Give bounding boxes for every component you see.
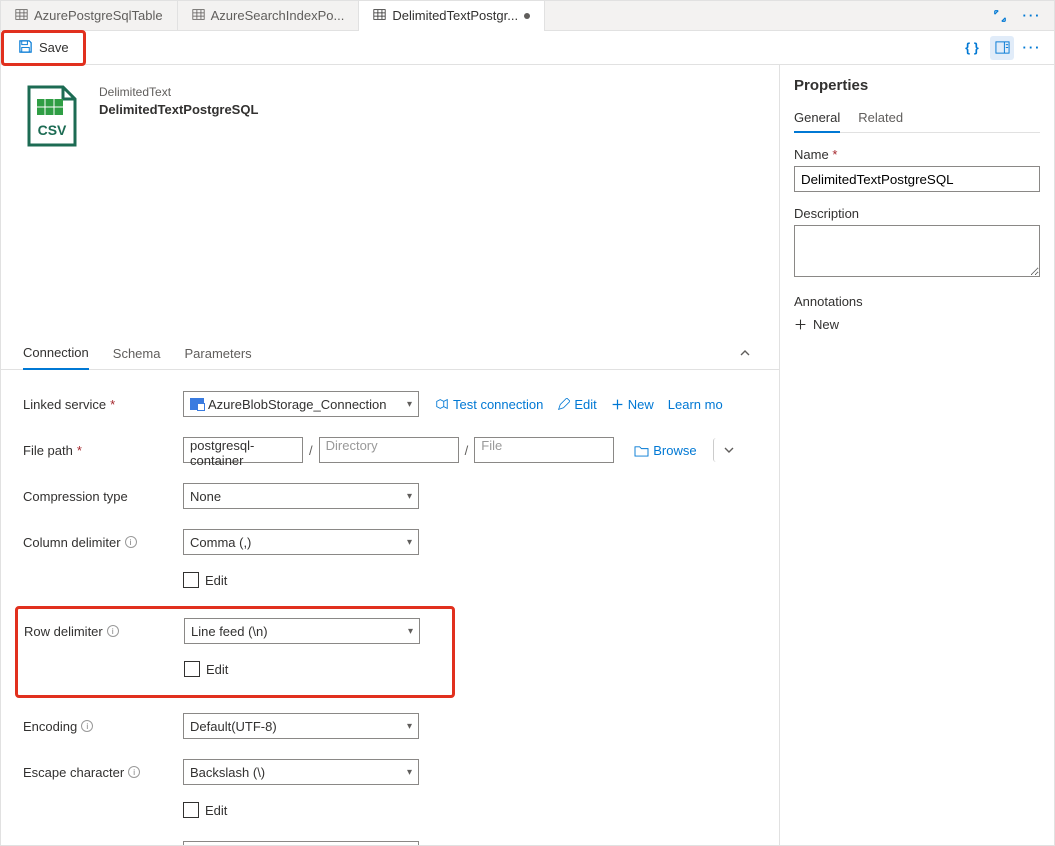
tab-connection[interactable]: Connection bbox=[23, 337, 89, 370]
chevron-down-icon: ▾ bbox=[407, 399, 412, 410]
linked-service-label: Linked service bbox=[23, 397, 106, 412]
more-icon[interactable]: ··· bbox=[1020, 4, 1044, 28]
test-connection-button[interactable]: Test connection bbox=[435, 397, 543, 412]
toolbar: Save { } ··· bbox=[1, 31, 1054, 65]
info-icon[interactable]: i bbox=[128, 766, 140, 778]
collapse-icon[interactable] bbox=[733, 341, 757, 365]
csv-file-icon: CSV bbox=[23, 85, 81, 147]
chevron-down-icon: ▾ bbox=[407, 537, 412, 548]
required-indicator: * bbox=[832, 147, 837, 162]
chevron-down-icon[interactable] bbox=[713, 438, 737, 462]
connection-form: Linked service * AzureBlobStorage_Connec… bbox=[1, 370, 779, 845]
linked-service-select[interactable]: AzureBlobStorage_Connection ▾ bbox=[183, 391, 419, 417]
description-input[interactable] bbox=[794, 225, 1040, 277]
row-delimiter-edit-checkbox[interactable] bbox=[184, 661, 200, 677]
compression-label: Compression type bbox=[23, 489, 128, 504]
tab-parameters[interactable]: Parameters bbox=[184, 338, 251, 369]
file-path-label: File path bbox=[23, 443, 73, 458]
properties-tab-related[interactable]: Related bbox=[858, 104, 903, 132]
section-tabs: Connection Schema Parameters bbox=[1, 337, 779, 370]
expand-icon[interactable] bbox=[988, 4, 1012, 28]
plus-icon bbox=[794, 318, 807, 331]
chevron-down-icon: ▾ bbox=[407, 491, 412, 502]
column-delimiter-label: Column delimiter bbox=[23, 535, 121, 550]
dataset-name-label: DelimitedTextPostgreSQL bbox=[99, 102, 258, 117]
path-separator: / bbox=[309, 443, 313, 458]
tab-schema[interactable]: Schema bbox=[113, 338, 161, 369]
chevron-down-icon: ▾ bbox=[408, 626, 413, 637]
column-delimiter-edit-checkbox[interactable] bbox=[183, 572, 199, 588]
column-delimiter-select[interactable]: Comma (,)▾ bbox=[183, 529, 419, 555]
row-delimiter-label: Row delimiter bbox=[24, 624, 103, 639]
chevron-down-icon: ▾ bbox=[407, 721, 412, 732]
row-delimiter-select[interactable]: Line feed (\n)▾ bbox=[184, 618, 420, 644]
tab-label: AzureSearchIndexPo... bbox=[211, 8, 345, 23]
tab-delimitedtext[interactable]: DelimitedTextPostgr... bbox=[359, 1, 545, 31]
tab-azurepostgresql[interactable]: AzurePostgreSqlTable bbox=[1, 1, 178, 31]
dirty-indicator-icon bbox=[524, 13, 530, 19]
tab-label: AzurePostgreSqlTable bbox=[34, 8, 163, 23]
new-linked-service-button[interactable]: New bbox=[611, 397, 654, 412]
edit-label: Edit bbox=[205, 803, 227, 818]
storage-icon bbox=[190, 398, 204, 410]
properties-title: Properties bbox=[794, 77, 1040, 94]
name-label: Name bbox=[794, 147, 829, 162]
dataset-header: CSV DelimitedText DelimitedTextPostgreSQ… bbox=[1, 65, 779, 157]
table-icon bbox=[373, 8, 386, 24]
encoding-select[interactable]: Default(UTF-8)▾ bbox=[183, 713, 419, 739]
svg-text:CSV: CSV bbox=[38, 122, 67, 138]
code-view-button[interactable]: { } bbox=[960, 36, 984, 60]
escape-edit-checkbox[interactable] bbox=[183, 802, 199, 818]
browse-button[interactable]: Browse bbox=[634, 443, 696, 458]
file-input[interactable]: File bbox=[474, 437, 614, 463]
annotations-label: Annotations bbox=[794, 294, 1040, 309]
required-indicator: * bbox=[110, 397, 115, 412]
info-icon[interactable]: i bbox=[81, 720, 93, 732]
save-button[interactable]: Save bbox=[6, 35, 81, 61]
save-icon bbox=[18, 39, 33, 57]
properties-panel: Properties General Related Name * Descri… bbox=[779, 65, 1054, 845]
edit-label: Edit bbox=[205, 573, 227, 588]
more-icon[interactable]: ··· bbox=[1020, 36, 1044, 60]
encoding-label: Encoding bbox=[23, 719, 77, 734]
table-icon bbox=[192, 8, 205, 24]
table-icon bbox=[15, 8, 28, 24]
path-separator: / bbox=[465, 443, 469, 458]
edit-linked-service-button[interactable]: Edit bbox=[557, 397, 596, 412]
edit-label: Edit bbox=[206, 662, 228, 677]
escape-label: Escape character bbox=[23, 765, 124, 780]
quote-select[interactable]: Double quote (")▾ bbox=[183, 841, 419, 845]
info-icon[interactable]: i bbox=[125, 536, 137, 548]
dataset-type-label: DelimitedText bbox=[99, 85, 258, 99]
tab-azuresearchindex[interactable]: AzureSearchIndexPo... bbox=[178, 1, 360, 31]
properties-tab-general[interactable]: General bbox=[794, 104, 840, 133]
learn-more-link[interactable]: Learn mo bbox=[668, 397, 723, 412]
tab-label: DelimitedTextPostgr... bbox=[392, 8, 518, 23]
save-label: Save bbox=[39, 40, 69, 55]
container-input[interactable]: postgresql-container bbox=[183, 437, 303, 463]
escape-select[interactable]: Backslash (\)▾ bbox=[183, 759, 419, 785]
info-icon[interactable]: i bbox=[107, 625, 119, 637]
description-label: Description bbox=[794, 206, 1040, 221]
compression-select[interactable]: None▾ bbox=[183, 483, 419, 509]
add-annotation-button[interactable]: New bbox=[794, 317, 1040, 332]
directory-input[interactable]: Directory bbox=[319, 437, 459, 463]
name-input[interactable] bbox=[794, 166, 1040, 192]
chevron-down-icon: ▾ bbox=[407, 767, 412, 778]
properties-toggle-button[interactable] bbox=[990, 36, 1014, 60]
linked-service-value: AzureBlobStorage_Connection bbox=[208, 397, 387, 412]
required-indicator: * bbox=[77, 443, 82, 458]
editor-tabbar: AzurePostgreSqlTable AzureSearchIndexPo.… bbox=[1, 1, 1054, 31]
